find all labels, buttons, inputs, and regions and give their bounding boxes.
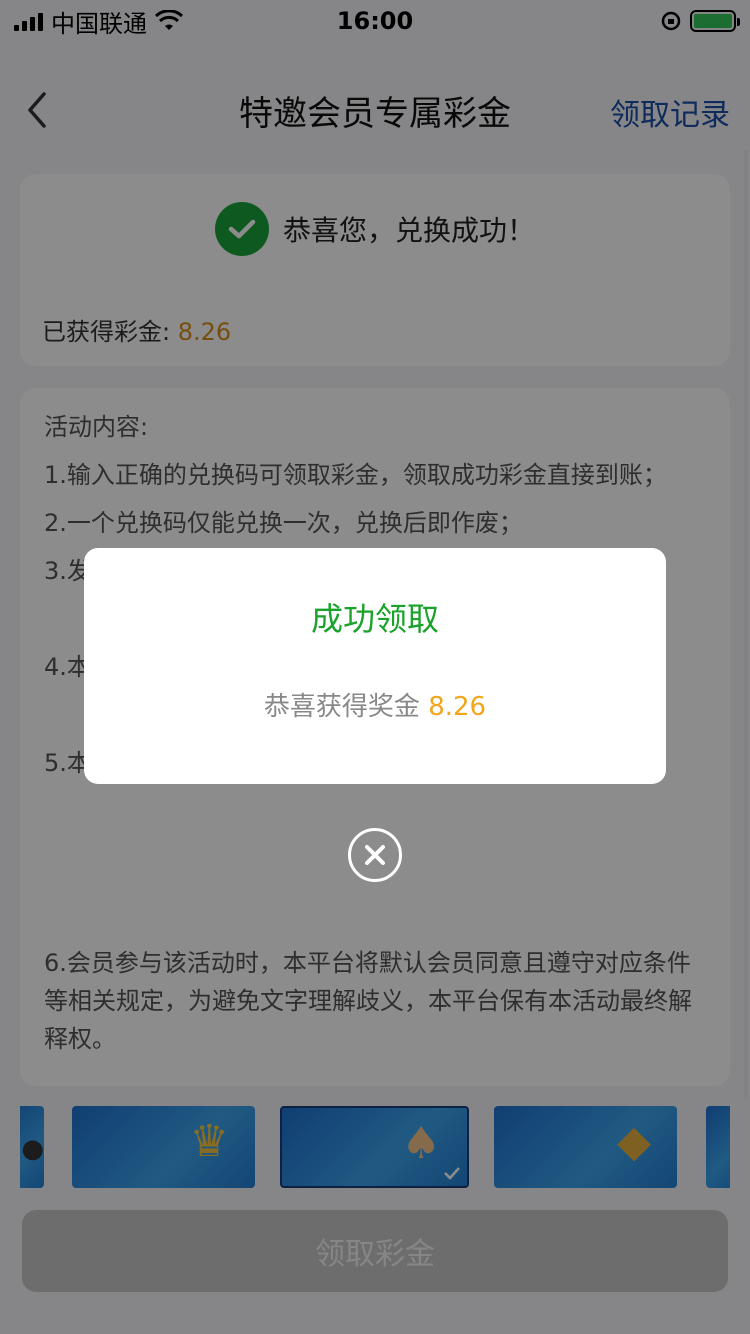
modal-body: 恭喜获得奖金 8.26 <box>84 686 666 723</box>
modal-body-label: 恭喜获得奖金 <box>263 692 420 722</box>
scrollbar <box>744 150 748 1100</box>
modal-title: 成功领取 <box>310 600 439 638</box>
close-icon[interactable] <box>348 828 402 882</box>
modal-amount: 8.26 <box>428 692 487 722</box>
success-modal: 成功领取 恭喜获得奖金 8.26 <box>84 548 666 784</box>
